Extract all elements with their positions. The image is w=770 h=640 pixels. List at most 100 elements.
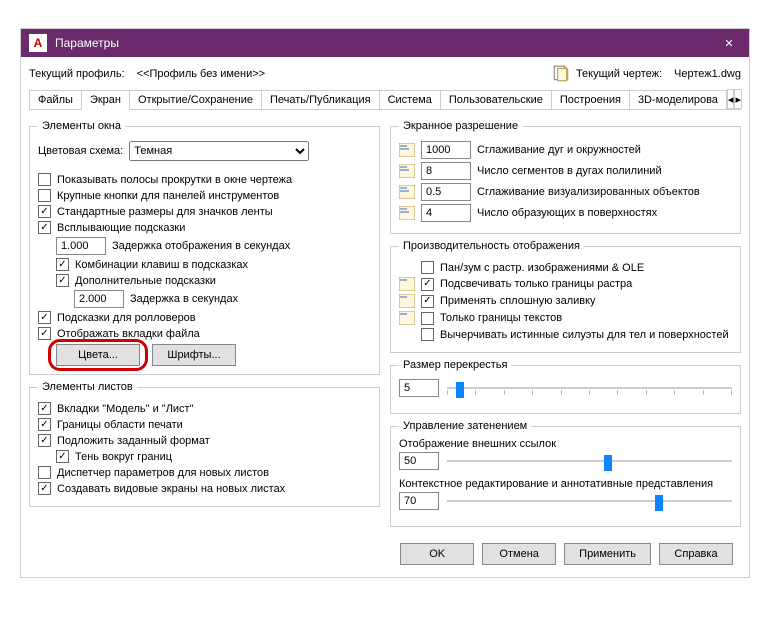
close-icon: ✕ bbox=[724, 37, 733, 50]
cb-true-sil[interactable] bbox=[421, 328, 434, 341]
drawing-icon bbox=[399, 277, 415, 291]
tab-system[interactable]: Система bbox=[380, 91, 441, 109]
window-title: Параметры bbox=[55, 36, 709, 50]
lbl-scrollbars: Показывать полосы прокрутки в окне черте… bbox=[57, 174, 292, 186]
input-render-smooth[interactable] bbox=[421, 183, 471, 201]
cb-tooltips[interactable] bbox=[38, 221, 51, 234]
help-button[interactable]: Справка bbox=[659, 543, 733, 565]
tab-files[interactable]: Файлы bbox=[30, 91, 82, 109]
group-performance: Производительность отображения Пан/зум с… bbox=[390, 240, 741, 353]
cb-scrollbars[interactable] bbox=[38, 173, 51, 186]
input-edit-fade[interactable] bbox=[399, 492, 439, 510]
cb-ribbon-icons[interactable] bbox=[38, 205, 51, 218]
lbl-text-frame: Только границы текстов bbox=[440, 312, 562, 324]
drawing-icon bbox=[399, 164, 415, 178]
lbl-viewports: Создавать видовые экраны на новых листах bbox=[57, 483, 285, 495]
legend-sheet-elements: Элементы листов bbox=[38, 381, 137, 393]
lbl-surf-contour: Число образующих в поверхностях bbox=[477, 207, 657, 219]
cb-big-buttons[interactable] bbox=[38, 189, 51, 202]
cb-extra-tooltips[interactable] bbox=[56, 274, 69, 287]
apply-button[interactable]: Применить bbox=[564, 543, 651, 565]
lbl-edit-fade: Контекстное редактирование и аннотативны… bbox=[399, 478, 732, 490]
cb-shortcuts[interactable] bbox=[56, 258, 69, 271]
cb-print-bounds[interactable] bbox=[38, 418, 51, 431]
cb-text-frame[interactable] bbox=[421, 312, 434, 325]
app-logo-icon: A bbox=[29, 34, 47, 52]
lbl-pan-zoom: Пан/зум с растр. изображениями & OLE bbox=[440, 262, 644, 274]
cb-paper-bg[interactable] bbox=[38, 434, 51, 447]
group-sheet-elements: Элементы листов Вкладки "Модель" и "Лист… bbox=[29, 381, 380, 507]
fonts-button[interactable]: Шрифты... bbox=[152, 344, 236, 366]
cb-solid-fill[interactable] bbox=[421, 295, 434, 308]
cb-rollover[interactable] bbox=[38, 311, 51, 324]
lbl-print-bounds: Границы области печати bbox=[57, 419, 183, 431]
colors-button[interactable]: Цвета... bbox=[56, 344, 140, 366]
color-scheme-label: Цветовая схема: bbox=[38, 145, 123, 157]
lbl-file-tabs: Отображать вкладки файла bbox=[57, 328, 200, 340]
input-surf-contour[interactable] bbox=[421, 204, 471, 222]
current-profile-value: <<Профиль без имени>> bbox=[137, 68, 265, 80]
legend-performance: Производительность отображения bbox=[399, 240, 584, 252]
input-arc-smooth[interactable] bbox=[421, 141, 471, 159]
lbl-xref-fade: Отображение внешних ссылок bbox=[399, 438, 732, 450]
current-drawing-value: Чертеж1.dwg bbox=[674, 68, 741, 80]
close-button[interactable]: ✕ bbox=[709, 29, 749, 57]
tab-drafting[interactable]: Построения bbox=[552, 91, 630, 109]
group-resolution: Экранное разрешение Сглаживание дуг и ок… bbox=[390, 120, 741, 234]
input-extra-delay[interactable] bbox=[74, 290, 124, 308]
lbl-paper-bg: Подложить заданный формат bbox=[57, 435, 210, 447]
lbl-arc-smooth: Сглаживание дуг и окружностей bbox=[477, 144, 641, 156]
drawing-icon bbox=[399, 143, 415, 157]
group-window-elements: Элементы окна Цветовая схема: Темная Пок… bbox=[29, 120, 380, 375]
group-crosshair: Размер перекрестья bbox=[390, 359, 741, 414]
current-drawing-label: Текущий чертеж: bbox=[576, 68, 662, 80]
lbl-true-sil: Вычерчивать истинные силуэты для тел и п… bbox=[440, 329, 729, 341]
lbl-poly-segs: Число сегментов в дугах полилиний bbox=[477, 165, 662, 177]
cb-file-tabs[interactable] bbox=[38, 327, 51, 340]
input-tooltip-delay[interactable] bbox=[56, 237, 106, 255]
input-crosshair[interactable] bbox=[399, 379, 439, 397]
cb-raster-frame[interactable] bbox=[421, 278, 434, 291]
lbl-raster-frame: Подсвечивать только границы растра bbox=[440, 278, 632, 290]
legend-crosshair: Размер перекрестья bbox=[399, 359, 511, 371]
drawing-icon bbox=[399, 294, 415, 308]
slider-crosshair[interactable] bbox=[447, 380, 732, 396]
cb-pan-zoom[interactable] bbox=[421, 261, 434, 274]
lbl-tooltips: Всплывающие подсказки bbox=[57, 222, 185, 234]
lbl-shortcuts: Комбинации клавиш в подсказках bbox=[75, 259, 248, 271]
slider-edit-fade[interactable] bbox=[447, 493, 732, 509]
titlebar: A Параметры ✕ bbox=[21, 29, 749, 57]
tab-scroll-left[interactable]: ◂ bbox=[727, 89, 735, 109]
tab-scroll-right[interactable]: ▸ bbox=[734, 89, 742, 109]
cb-shadow[interactable] bbox=[56, 450, 69, 463]
drawing-icon bbox=[399, 206, 415, 220]
ok-button[interactable]: OK bbox=[400, 543, 474, 565]
lbl-shadow: Тень вокруг границ bbox=[75, 451, 172, 463]
lbl-big-buttons: Крупные кнопки для панелей инструментов bbox=[57, 190, 279, 202]
cb-page-setup[interactable] bbox=[38, 466, 51, 479]
color-scheme-select[interactable]: Темная bbox=[129, 141, 309, 161]
lbl-page-setup: Диспетчер параметров для новых листов bbox=[57, 467, 269, 479]
cb-viewports[interactable] bbox=[38, 482, 51, 495]
tab-3d[interactable]: 3D-моделирова bbox=[630, 91, 726, 109]
tab-print[interactable]: Печать/Публикация bbox=[262, 91, 380, 109]
lbl-tooltip-delay: Задержка отображения в секундах bbox=[112, 240, 290, 252]
input-poly-segs[interactable] bbox=[421, 162, 471, 180]
cb-model-layout[interactable] bbox=[38, 402, 51, 415]
drawing-icon bbox=[552, 65, 570, 83]
slider-xref-fade[interactable] bbox=[447, 453, 732, 469]
legend-window-elements: Элементы окна bbox=[38, 120, 125, 132]
cancel-button[interactable]: Отмена bbox=[482, 543, 556, 565]
current-profile-label: Текущий профиль: bbox=[29, 68, 125, 80]
lbl-solid-fill: Применять сплошную заливку bbox=[440, 295, 596, 307]
input-xref-fade[interactable] bbox=[399, 452, 439, 470]
tab-user[interactable]: Пользовательские bbox=[441, 91, 552, 109]
drawing-icon bbox=[399, 311, 415, 325]
lbl-extra-tooltips: Дополнительные подсказки bbox=[75, 275, 216, 287]
lbl-render-smooth: Сглаживание визуализированных объектов bbox=[477, 186, 700, 198]
lbl-ribbon-icons: Стандартные размеры для значков ленты bbox=[57, 206, 273, 218]
group-fade: Управление затенением Отображение внешни… bbox=[390, 420, 741, 527]
tab-screen[interactable]: Экран bbox=[82, 91, 130, 109]
tab-open-save[interactable]: Открытие/Сохранение bbox=[130, 91, 262, 109]
dialog-buttons: OK Отмена Применить Справка bbox=[29, 533, 741, 565]
